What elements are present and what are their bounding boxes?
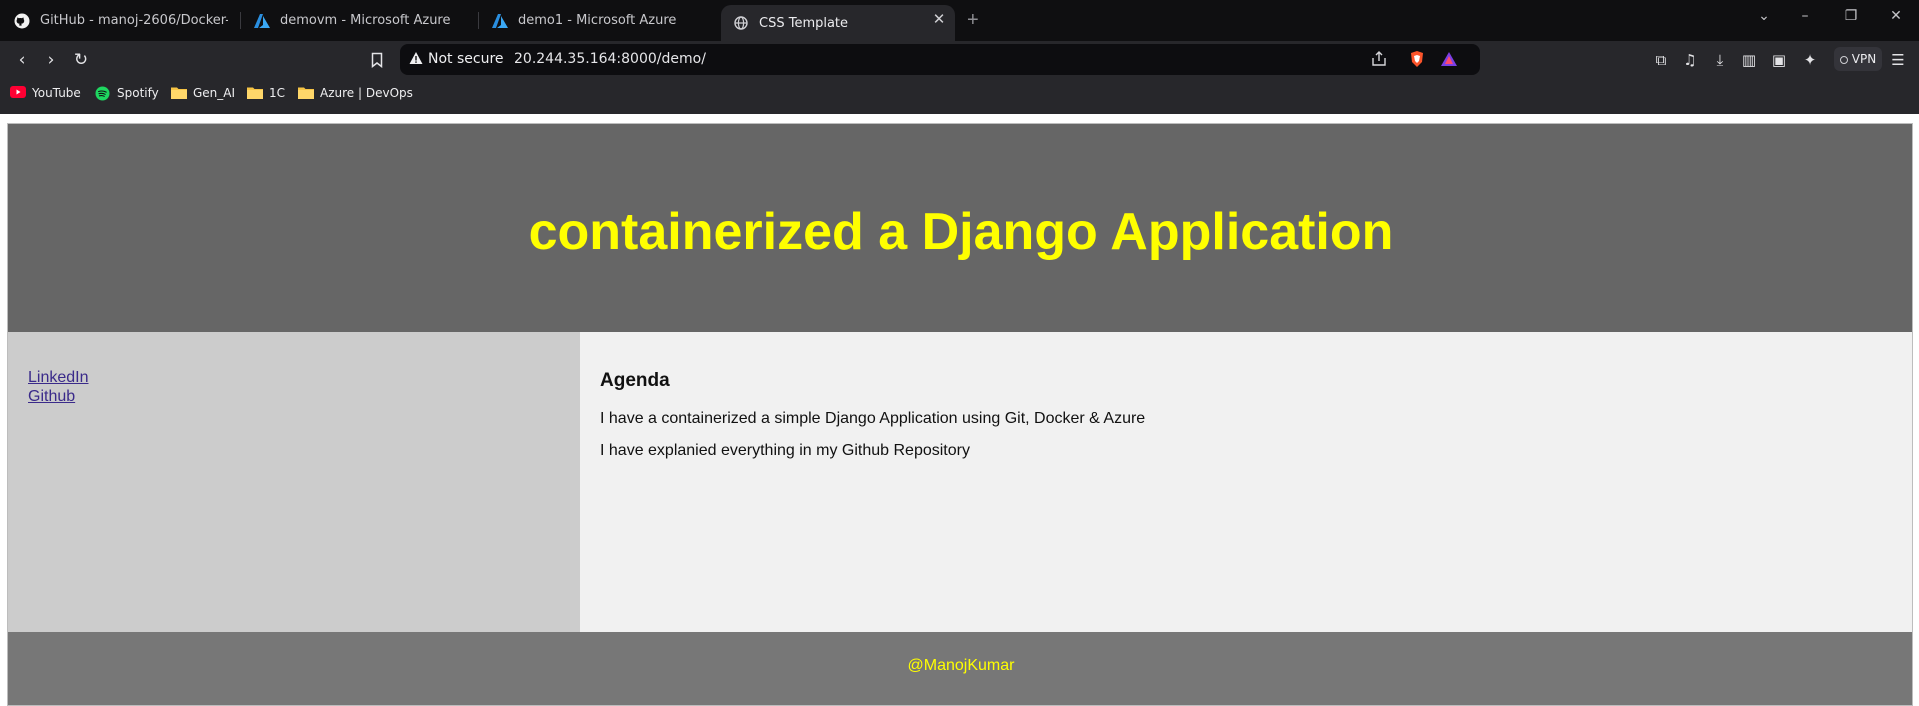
new-tab-button[interactable]: + [967,9,979,31]
forward-icon[interactable]: › [40,49,62,71]
globe-icon [733,15,749,31]
side-nav: LinkedIn Github [8,332,580,632]
bookmark-label: Gen_AI [193,86,236,100]
azure-icon [254,13,270,29]
leo-ai-icon[interactable]: ✦ [1800,50,1820,70]
bookmark-label: 1C [269,86,286,100]
share-icon[interactable] [1370,50,1388,68]
tab-title: demovm - Microsoft Azure [280,13,451,28]
bookmark-icon[interactable] [366,49,388,71]
vpn-label: VPN [1851,52,1877,66]
restore-icon[interactable]: ❐ [1839,8,1863,24]
bookmark-youtube[interactable]: YouTube [10,86,81,100]
article-paragraph: I have explanied everything in my Github… [600,442,970,459]
close-tab-icon[interactable]: ✕ [931,12,947,28]
menu-icon[interactable]: ☰ [1888,50,1908,70]
vpn-button[interactable]: VPN [1834,47,1882,71]
tab-separator [240,12,241,29]
extensions-icon[interactable]: ⧉ [1651,50,1671,70]
bookmarks-bar: YouTube Spotify Gen_AI 1C Azure | DevOps [0,78,1919,114]
music-icon[interactable]: ♫ [1680,50,1700,70]
page-footer: @ManojKumar [8,632,1912,705]
footer-text: @ManojKumar [907,656,1015,674]
tab-css-template[interactable]: CSS Template [721,5,955,41]
github-link[interactable]: Github [28,387,580,406]
address-bar[interactable]: Not secure 20.244.35.164:8000/demo/ [400,44,1480,75]
linkedin-link[interactable]: LinkedIn [28,368,580,387]
bookmark-spotify[interactable]: Spotify [95,86,159,101]
bookmark-label: YouTube [32,86,81,100]
folder-icon [171,86,187,100]
tab-demo1[interactable]: demo1 - Microsoft Azure [492,0,692,41]
tab-separator [478,12,479,29]
spotify-icon [95,86,111,101]
url-text[interactable]: 20.244.35.164:8000/demo/ [514,51,706,67]
tab-title: demo1 - Microsoft Azure [518,13,677,28]
tab-github[interactable]: GitHub - manoj-2606/Docker-Zero- [14,0,228,41]
tab-strip: GitHub - manoj-2606/Docker-Zero- demovm … [0,0,1919,41]
download-icon[interactable]: ⤓ [1710,50,1730,70]
bookmark-gen-ai[interactable]: Gen_AI [171,86,235,100]
css-template-page: containerized a Django Application Linke… [7,123,1913,706]
folder-icon [247,86,263,100]
security-status[interactable]: Not secure [428,51,504,67]
back-icon[interactable]: ‹ [11,49,33,71]
bookmark-1c[interactable]: 1C [247,86,285,100]
bookmark-label: Azure | DevOps [320,86,413,100]
tab-demovm[interactable]: demovm - Microsoft Azure [254,0,454,41]
github-icon [14,13,30,29]
bookmark-label: Spotify [117,86,159,100]
tab-title: CSS Template [759,15,849,31]
youtube-icon [10,86,26,100]
main-article: Agenda I have a containerized a simple D… [580,332,1912,632]
page-viewport: containerized a Django Application Linke… [0,114,1919,706]
article-paragraph: I have a containerized a simple Django A… [600,410,1146,427]
reload-icon[interactable]: ↻ [70,49,92,71]
folder-icon [298,86,314,100]
brave-rewards-icon[interactable] [1440,50,1458,68]
brave-shield-icon[interactable] [1408,50,1426,68]
close-window-icon[interactable]: ✕ [1884,8,1908,24]
azure-icon [492,13,508,29]
wallet-icon[interactable]: ▣ [1769,50,1789,70]
vpn-status-icon [1839,56,1848,64]
page-header: containerized a Django Application [8,124,1912,332]
tab-title: GitHub - manoj-2606/Docker-Zero- [40,13,228,28]
minimize-icon[interactable]: – [1793,8,1817,24]
chevron-down-icon[interactable]: ⌄ [1752,8,1776,24]
page-title: containerized a Django Application [528,203,1394,261]
sidebar-icon[interactable]: ▥ [1739,50,1759,70]
article-heading: Agenda [600,370,670,391]
warning-icon [409,51,423,65]
browser-toolbar: ‹ › ↻ Not secure 20.244.35.164:8000/demo… [0,41,1919,78]
bookmark-azure-devops[interactable]: Azure | DevOps [298,86,413,100]
